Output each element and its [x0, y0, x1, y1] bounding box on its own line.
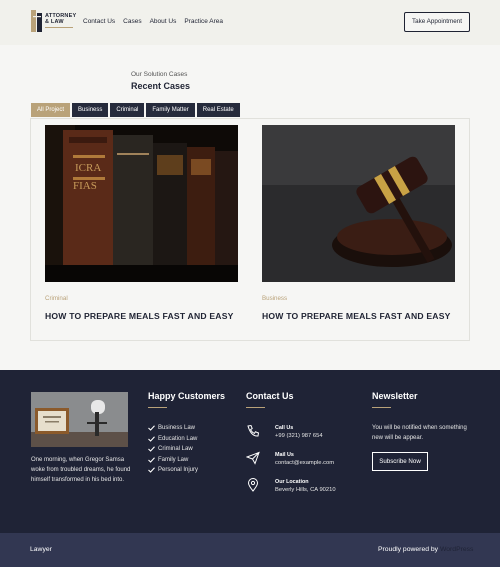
- site-name[interactable]: Lawyer: [30, 546, 52, 553]
- main-nav: Contact Us Cases About Us Practice Area: [83, 18, 223, 25]
- contact-email[interactable]: contact@example.com: [275, 459, 334, 467]
- footer-office-image: [31, 392, 128, 447]
- contact-address: Beverly Hills, CA 90210: [275, 487, 336, 493]
- heading-underline: [372, 407, 391, 408]
- contact-location: Our Location Beverly Hills, CA 90210: [246, 478, 336, 494]
- svg-text:ICRA: ICRA: [75, 162, 101, 174]
- nav-about-us[interactable]: About Us: [150, 18, 177, 25]
- tab-family-matter[interactable]: Family Matter: [146, 103, 195, 117]
- contact-mail: Mail Us contact@example.com: [246, 451, 334, 467]
- wordpress-link[interactable]: WordPress: [440, 546, 474, 553]
- case-title[interactable]: HOW TO PREPARE MEALS FAST AND EASY: [45, 311, 234, 321]
- tab-real-estate[interactable]: Real Estate: [196, 103, 240, 117]
- happy-customers-heading: Happy Customers: [148, 391, 226, 401]
- case-filter-tabs: All Project Business Criminal Family Mat…: [31, 103, 240, 117]
- site-logo[interactable]: ATTORNEY & LAW: [31, 10, 77, 34]
- nav-contact-us[interactable]: Contact Us: [83, 18, 115, 25]
- heading-underline: [246, 407, 265, 408]
- case-title[interactable]: HOW TO PREPARE MEALS FAST AND EASY: [262, 311, 451, 321]
- scales-logo-icon: [31, 10, 42, 32]
- tab-all-project[interactable]: All Project: [31, 103, 71, 117]
- section-subtitle: Our Solution Cases: [131, 71, 188, 78]
- phone-icon: [247, 424, 260, 437]
- heading-underline: [148, 407, 167, 408]
- nav-practice-area[interactable]: Practice Area: [184, 18, 223, 25]
- customers-list: Business Law Education Law Criminal Law …: [148, 423, 198, 476]
- paper-plane-icon: [246, 451, 260, 465]
- check-icon: [148, 436, 155, 442]
- case-category[interactable]: Criminal: [45, 295, 68, 302]
- logo-underline: [45, 27, 73, 28]
- subscribe-button[interactable]: Subscribe Now: [372, 452, 428, 471]
- tab-business[interactable]: Business: [72, 103, 109, 117]
- list-item[interactable]: Criminal Law: [148, 444, 198, 455]
- newsletter-heading: Newsletter: [372, 391, 418, 401]
- contact-us-heading: Contact Us: [246, 391, 294, 401]
- list-item[interactable]: Business Law: [148, 423, 198, 434]
- case-image-law-books[interactable]: ICRA FIAS: [45, 125, 238, 282]
- case-category[interactable]: Business: [262, 295, 287, 302]
- footer-about-text: One morning, when Gregor Samsa woke from…: [31, 457, 131, 483]
- section-title: Recent Cases: [131, 81, 191, 91]
- list-item[interactable]: Family Law: [148, 455, 198, 466]
- contact-phone[interactable]: +99 (321) 987 654: [275, 432, 323, 440]
- contact-label: Call Us: [275, 425, 294, 431]
- tab-criminal[interactable]: Criminal: [110, 103, 145, 117]
- contact-call: Call Us +99 (321) 987 654: [246, 424, 323, 440]
- site-header: ATTORNEY & LAW Contact Us Cases About Us…: [0, 0, 500, 45]
- check-icon: [148, 425, 155, 432]
- map-pin-icon: [247, 478, 259, 492]
- take-appointment-button[interactable]: Take Appointment: [404, 12, 470, 32]
- case-image-gavel[interactable]: [262, 125, 455, 282]
- svg-text:FIAS: FIAS: [73, 180, 97, 192]
- list-item[interactable]: Personal Injury: [148, 465, 198, 476]
- list-item[interactable]: Education Law: [148, 434, 198, 445]
- check-icon: [148, 467, 155, 474]
- nav-cases[interactable]: Cases: [123, 18, 141, 25]
- check-icon: [148, 446, 155, 453]
- powered-by: Proudly powered by WordPress: [378, 546, 474, 553]
- contact-label: Mail Us: [275, 452, 294, 458]
- newsletter-text: You will be notified when something new …: [372, 425, 467, 441]
- logo-text: ATTORNEY & LAW: [45, 13, 77, 25]
- check-icon: [148, 457, 155, 463]
- contact-label: Our Location: [275, 479, 309, 485]
